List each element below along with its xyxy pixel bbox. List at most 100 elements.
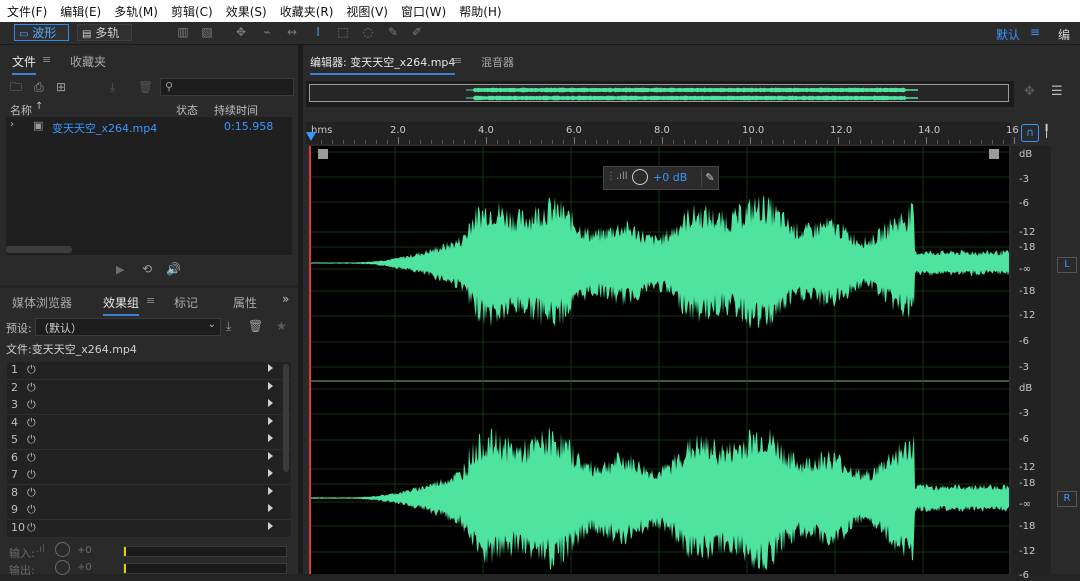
fade-out-handle-icon[interactable]: [989, 149, 999, 159]
output-knob[interactable]: [55, 560, 70, 575]
files-panel-menu-icon[interactable]: ≡: [42, 53, 51, 66]
horizontal-scrollbar[interactable]: [6, 246, 72, 253]
slot-arrow-icon[interactable]: [268, 469, 273, 477]
menu-effects[interactable]: 效果(S): [219, 3, 273, 20]
menu-view[interactable]: 视图(V): [339, 3, 394, 20]
menu-multitrack[interactable]: 多轨(M): [107, 3, 164, 20]
tab-files[interactable]: 文件: [12, 53, 37, 75]
import-icon[interactable]: ⎙: [34, 80, 44, 94]
pin-hud-icon[interactable]: ✎: [701, 169, 718, 187]
power-icon[interactable]: ⏻: [27, 521, 36, 535]
slots-scrollbar[interactable]: [283, 364, 289, 472]
file-row[interactable]: › ▣ 变天天空_x264.mp4 0:15.958: [6, 118, 292, 135]
power-icon[interactable]: ⏻: [27, 468, 36, 482]
move-tool-icon[interactable]: ✥: [234, 26, 248, 39]
tab-markers[interactable]: 标记: [174, 294, 198, 311]
loop-icon[interactable]: ⟲: [142, 262, 152, 276]
menu-clip[interactable]: 剪辑(C): [164, 3, 219, 20]
power-icon[interactable]: ⏻: [27, 503, 36, 517]
time-ruler[interactable]: hms 2.0 4.0 6.0 8.0 10.0 12.0 14.0 16: [306, 122, 1019, 144]
slot-arrow-icon[interactable]: [268, 364, 273, 372]
snap-magnet-icon[interactable]: ∩: [1021, 124, 1039, 142]
waveform-view-button[interactable]: ▭ 波形: [14, 24, 69, 41]
effect-slot[interactable]: 1 ⏻: [7, 362, 291, 380]
tab-favorites[interactable]: 收藏夹: [70, 53, 106, 70]
effects-panel-menu-icon[interactable]: ≡: [146, 294, 155, 307]
favorite-star-icon[interactable]: ★: [276, 319, 287, 333]
overview-navigator[interactable]: [306, 81, 1014, 107]
tab-mixer[interactable]: 混音器: [481, 54, 514, 70]
power-icon[interactable]: ⏻: [27, 486, 36, 500]
preset-dropdown[interactable]: （默认） ⌄: [35, 318, 221, 336]
fade-in-handle-icon[interactable]: [318, 149, 328, 159]
slot-arrow-icon[interactable]: [268, 451, 273, 460]
column-duration[interactable]: 持续时间: [214, 102, 258, 118]
power-icon[interactable]: ⏻: [27, 363, 36, 377]
menu-window[interactable]: 窗口(W): [394, 3, 452, 20]
effect-slot[interactable]: 6 ⏻: [7, 449, 291, 468]
delete-preset-icon[interactable]: 🗑: [248, 319, 263, 333]
insert-icon[interactable]: ⤓: [110, 80, 115, 94]
slot-arrow-icon[interactable]: [268, 521, 273, 530]
power-icon[interactable]: ⏻: [27, 398, 36, 412]
tab-properties[interactable]: 属性: [233, 294, 257, 311]
power-icon[interactable]: ⏻: [27, 381, 36, 395]
playhead-marker-icon[interactable]: [306, 132, 316, 141]
tab-effects-rack[interactable]: 效果组: [103, 294, 140, 316]
power-icon[interactable]: ⏻: [27, 433, 36, 447]
slot-arrow-icon[interactable]: [268, 486, 273, 495]
marquee-tool-icon[interactable]: ⬚: [336, 26, 350, 39]
tab-editor[interactable]: 编辑器: 变天天空_x264.mp4: [310, 54, 456, 75]
razor-tool-icon[interactable]: ⌁: [260, 26, 274, 39]
delete-icon[interactable]: 🗑: [138, 80, 153, 94]
column-status[interactable]: 状态: [176, 102, 198, 118]
expand-chevron-icon[interactable]: ›: [10, 119, 14, 130]
slot-arrow-icon[interactable]: [268, 504, 273, 512]
effect-slot[interactable]: 10 ⏻: [7, 519, 291, 538]
channel-left-toggle[interactable]: L: [1057, 257, 1077, 273]
play-icon[interactable]: ▶: [116, 263, 124, 276]
menu-edit[interactable]: 编辑(E): [53, 3, 107, 20]
tab-media-browser[interactable]: 媒体浏览器: [12, 294, 72, 311]
waveform-settings-icon[interactable]: ☰: [1051, 84, 1063, 99]
effect-slot[interactable]: 3 ⏻: [7, 397, 291, 415]
channel-right-toggle[interactable]: R: [1057, 491, 1077, 507]
volume-knob-icon[interactable]: [632, 169, 648, 185]
new-file-icon[interactable]: ⊞: [56, 80, 66, 94]
spectral-pitch-icon[interactable]: ▧: [200, 26, 214, 39]
menu-help[interactable]: 帮助(H): [452, 3, 507, 20]
more-tabs-icon[interactable]: »: [282, 292, 289, 306]
save-preset-icon[interactable]: ⤓: [226, 319, 231, 333]
open-folder-icon[interactable]: 🗀: [10, 80, 22, 94]
slot-arrow-icon[interactable]: [268, 416, 273, 425]
effect-slot[interactable]: 9 ⏻: [7, 502, 291, 520]
waveform-display[interactable]: ⋮ .ıll +0 dB ✎: [309, 146, 1009, 574]
brush-tool-icon[interactable]: ✎: [386, 26, 400, 39]
effect-slot[interactable]: 5 ⏻: [7, 432, 291, 450]
workspace-default[interactable]: 默认: [996, 26, 1020, 43]
input-knob[interactable]: [55, 542, 70, 557]
effect-slot[interactable]: 7 ⏻: [7, 467, 291, 485]
effect-slot[interactable]: 8 ⏻: [7, 484, 291, 503]
volume-value[interactable]: +0 dB: [653, 171, 687, 184]
multitrack-view-button[interactable]: ▤ 多轨: [77, 24, 132, 41]
marker-pin-icon[interactable]: ╿: [1043, 124, 1050, 138]
effect-slot[interactable]: 4 ⏻: [7, 414, 291, 433]
editor-panel-menu-icon[interactable]: ≡: [453, 54, 462, 67]
effect-slot[interactable]: 2 ⏻: [7, 379, 291, 398]
slot-arrow-icon[interactable]: [268, 434, 273, 442]
power-icon[interactable]: ⏻: [27, 416, 36, 430]
workspace-menu-icon[interactable]: ≡: [1030, 25, 1040, 39]
slip-tool-icon[interactable]: ↔: [285, 26, 299, 39]
zoom-navigator-icon[interactable]: ✥: [1024, 84, 1035, 99]
hud-grip-icon[interactable]: ⋮: [606, 171, 616, 182]
slot-arrow-icon[interactable]: [268, 381, 273, 390]
spot-healing-tool-icon[interactable]: ✐: [410, 26, 424, 39]
autoplay-speaker-icon[interactable]: 🔊: [166, 262, 181, 276]
search-input[interactable]: ⚲: [160, 78, 294, 96]
slot-arrow-icon[interactable]: [268, 399, 273, 407]
spectral-frequency-icon[interactable]: ▥: [176, 26, 190, 39]
menu-file[interactable]: 文件(F): [0, 3, 53, 20]
power-icon[interactable]: ⏻: [27, 451, 36, 465]
lasso-tool-icon[interactable]: ◌: [361, 26, 375, 39]
